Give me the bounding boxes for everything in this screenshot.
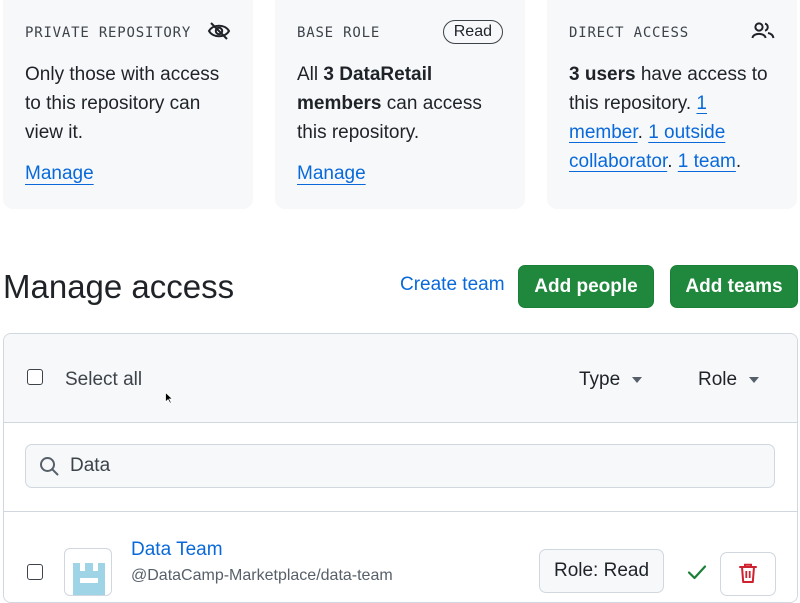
add-teams-button[interactable]: Add teams	[670, 265, 798, 308]
search-field[interactable]	[25, 444, 775, 488]
text: .	[735, 151, 742, 172]
select-all-checkbox[interactable]	[27, 369, 43, 385]
text: .	[667, 151, 678, 172]
type-filter-label: Type	[579, 369, 621, 390]
access-table: Select all Type Role Data Data Team @Dat…	[3, 333, 798, 603]
team-path: @DataCamp-Marketplace/data-team	[131, 567, 393, 584]
caret-down-icon	[632, 377, 643, 383]
team-link[interactable]: 1 team	[678, 151, 736, 172]
check-icon	[687, 564, 707, 585]
text: All	[297, 64, 324, 85]
team-name-link[interactable]: Data Team	[131, 539, 223, 561]
mouse-cursor-icon	[165, 391, 174, 409]
add-people-button[interactable]: Add people	[518, 265, 654, 308]
trash-icon	[739, 563, 757, 586]
card-description: 3 users have access to this repository. …	[569, 60, 775, 176]
search-input[interactable]	[70, 454, 750, 478]
card-title: DIRECT ACCESS	[569, 25, 689, 41]
role-select-button[interactable]: Role: Read	[539, 549, 664, 593]
role-pill: Read	[442, 20, 503, 44]
table-header: Select all Type Role	[4, 334, 797, 423]
people-icon	[751, 21, 775, 46]
create-team-link[interactable]: Create team	[400, 274, 505, 296]
direct-access-card: DIRECT ACCESS 3 users have access to thi…	[547, 0, 797, 209]
user-count: 3 users	[569, 64, 636, 85]
role-filter-label: Role	[698, 369, 738, 390]
remove-access-button[interactable]	[720, 552, 776, 596]
row-checkbox[interactable]	[27, 564, 43, 580]
base-role-card: BASE ROLE Read All 3 DataRetail members …	[275, 0, 525, 209]
page-title: Manage access	[3, 268, 235, 305]
text: .	[637, 122, 649, 143]
card-description: All 3 DataRetail members can access this…	[297, 60, 503, 147]
role-filter-dropdown[interactable]: Role	[698, 369, 760, 391]
card-title: BASE ROLE	[297, 25, 381, 41]
select-all-label[interactable]: Select all	[65, 369, 142, 391]
manage-visibility-link[interactable]: Manage	[25, 163, 94, 185]
table-row: Data Team @DataCamp-Marketplace/data-tea…	[4, 512, 797, 602]
caret-down-icon	[749, 377, 760, 383]
manage-base-role-link[interactable]: Manage	[297, 163, 366, 185]
card-description: Only those with access to this repositor…	[25, 64, 220, 143]
search-icon	[39, 456, 59, 481]
card-title: PRIVATE REPOSITORY	[25, 25, 192, 41]
eye-closed-icon	[207, 21, 231, 46]
type-filter-dropdown[interactable]: Type	[579, 369, 643, 391]
team-avatar	[64, 548, 112, 596]
private-repository-card: PRIVATE REPOSITORY Only those with acces…	[3, 0, 253, 209]
search-bar	[4, 423, 797, 512]
